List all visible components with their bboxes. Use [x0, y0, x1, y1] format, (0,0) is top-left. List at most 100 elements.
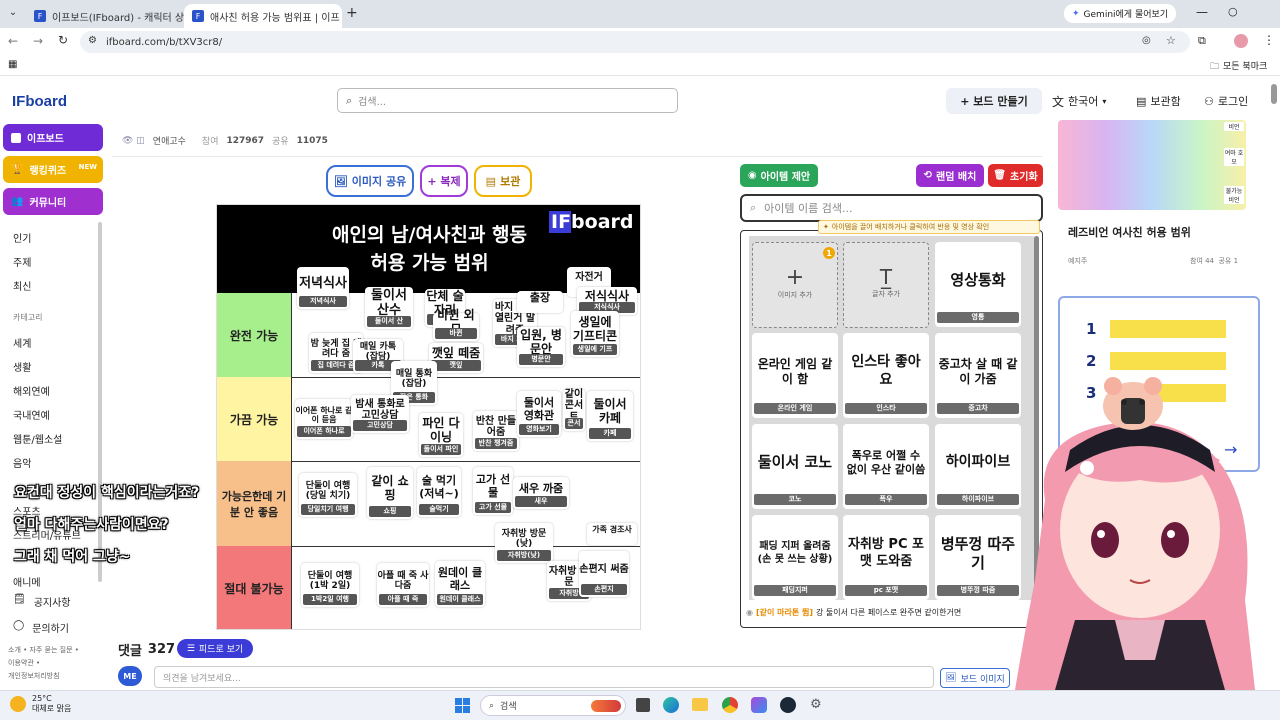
task-view-icon[interactable]: [636, 698, 650, 712]
footer-line[interactable]: 이용약관 •: [8, 657, 79, 670]
category-anime[interactable]: 애니메: [13, 574, 41, 589]
item-card[interactable]: 패딩 지퍼 올려줌 (손 못 쓰는 상황) 패딩지퍼: [752, 515, 838, 600]
footer-line[interactable]: 소개 • 자주 묻는 질문 •: [8, 644, 79, 657]
tier-item-card[interactable]: 출장: [517, 291, 563, 313]
related-board-title[interactable]: 레즈비언 여사친 허용 범위: [1068, 224, 1191, 240]
tier-item-card[interactable]: 이어폰 하나로 같이 듣음 이어폰 하나로: [295, 399, 353, 439]
feed-view-button[interactable]: ☰ 피드로 보기: [177, 639, 253, 658]
suggest-item-button[interactable]: ◉ 아이템 제안: [740, 164, 818, 187]
apps-grid-icon[interactable]: ▦: [8, 59, 17, 70]
sidebar-item-topic[interactable]: 주제: [13, 254, 31, 269]
site-search-input[interactable]: ⌕ 검색...: [337, 88, 678, 113]
all-bookmarks-folder[interactable]: 🗀 모든 북마크: [1210, 59, 1267, 75]
language-selector[interactable]: 文 한국어 ▾: [1052, 88, 1106, 114]
eye-off-icon[interactable]: ◎: [1142, 35, 1151, 46]
tier-item-card[interactable]: 원데이 클래스 원데이 클래스: [435, 561, 485, 607]
tier-item-card[interactable]: 깻잎 떼줌 깻잎: [429, 343, 483, 373]
tier-item-card[interactable]: 반찬 만들어줌 반찬 챙겨줌: [473, 411, 519, 451]
inquiry-link[interactable]: ◯ 문의하기: [13, 620, 69, 635]
comment-input[interactable]: 의견을 남겨보세요...: [154, 666, 934, 688]
extensions-icon[interactable]: ⧉: [1198, 34, 1206, 48]
vault-button[interactable]: ▤ 보관함: [1136, 88, 1181, 114]
taskbar-search[interactable]: ⌕ 검색: [480, 695, 626, 716]
item-card[interactable]: 영상통화 영통: [935, 242, 1021, 327]
tier-item-card[interactable]: 새우 까줌 새우: [513, 477, 569, 509]
make-board-button[interactable]: + 보드 만들기: [946, 88, 1042, 114]
add-image-tile[interactable]: + 이미지 추가 1: [752, 242, 838, 328]
steam-icon[interactable]: [780, 697, 796, 713]
tier-item-card[interactable]: 자취방 방문 (낮) 자취방(낮): [495, 523, 553, 563]
category-world[interactable]: 세계: [13, 335, 31, 350]
add-text-tile[interactable]: T̲ 글자 추가: [843, 242, 929, 328]
item-card[interactable]: 폭우로 어쩔 수 없이 우산 같이씀 폭우: [843, 424, 929, 509]
tier-item-card[interactable]: 파인 다이닝 둘이서 파인: [419, 413, 463, 457]
tier-item-card[interactable]: 저녁식사 저녁식사: [297, 267, 349, 309]
tier-item-card[interactable]: 단둘이 여행 (1박 2일) 1박2일 여행: [301, 563, 359, 607]
tier-item-card[interactable]: 밤새 통화로 고민상담 고민상담: [351, 395, 409, 433]
back-icon[interactable]: ←: [8, 34, 18, 48]
tier-item-card[interactable]: 가족 경조사: [587, 523, 637, 545]
tier-item-card[interactable]: 바뀐 외모바뀐: [433, 308, 479, 341]
maximize-button[interactable]: ○: [1228, 5, 1238, 18]
item-card[interactable]: 둘이서 코노 코노: [752, 424, 838, 509]
sidebar-community-button[interactable]: 👥 커뮤니티: [3, 188, 103, 215]
category-overseas-ent[interactable]: 해외연예: [13, 383, 50, 398]
tab-list-chevron-icon[interactable]: ⌄: [6, 7, 20, 21]
tier-item-card[interactable]: 둘이서 영화관 영화보기: [517, 391, 561, 437]
category-life[interactable]: 생활: [13, 359, 31, 374]
settings-icon[interactable]: ⚙: [810, 697, 822, 712]
menu-dots-icon[interactable]: ⋮: [1263, 33, 1275, 47]
url-field[interactable]: ⚙ ifboard.com/b/tXV3cr8/ ◎ ☆: [80, 31, 1190, 53]
app-icon[interactable]: [751, 697, 767, 713]
item-card[interactable]: 자취방 PC 포맷 도와줌 pc 포맷: [843, 515, 929, 600]
tier-item-card[interactable]: 둘이서 산수 둘이서 산: [365, 287, 413, 329]
tier-item-card[interactable]: 입원, 병문안 병문안: [517, 327, 565, 367]
item-card[interactable]: 온라인 게임 같이 함 온라인 게임: [752, 333, 838, 418]
browser-tab-2[interactable]: F 애사친 허용 가능 범위표 | 이프 ✕: [184, 4, 342, 28]
notice-link[interactable]: 🗒 공지사항: [13, 594, 71, 609]
reset-button[interactable]: 🗑 초기화: [988, 164, 1043, 187]
save-button[interactable]: ▤ 보관: [474, 165, 532, 197]
sidebar-ifboard-button[interactable]: 이프보드: [3, 124, 103, 151]
tier-item-card[interactable]: 같이 콘서트콘서: [563, 389, 585, 431]
sidebar-ranking-quiz-button[interactable]: 🏆 랭킹퀴즈 NEW: [3, 156, 103, 183]
forward-icon[interactable]: →: [33, 34, 43, 48]
tier-item-card[interactable]: 같이 쇼핑 쇼핑: [367, 467, 413, 519]
share-image-button[interactable]: 🖼 이미지 공유: [326, 165, 414, 197]
author-name[interactable]: 연애고수: [153, 134, 186, 147]
minimize-button[interactable]: —: [1196, 5, 1208, 19]
profile-avatar-icon[interactable]: [1234, 34, 1248, 48]
tier-item-card[interactable]: 생일에 기프티콘 생일에 기프: [571, 311, 619, 357]
tier-item-card[interactable]: 둘이서 카페 카페: [587, 391, 633, 441]
duplicate-button[interactable]: + 복제: [420, 165, 468, 197]
edge-icon[interactable]: [663, 697, 679, 713]
site-info-icon[interactable]: ⚙: [88, 35, 97, 46]
weather-widget[interactable]: 25°C 대체로 맑음: [10, 694, 71, 714]
chrome-icon[interactable]: [722, 697, 738, 713]
tier-item-card[interactable]: 단둘이 여행 (당일 치기) 당일치기 여행: [299, 473, 357, 517]
browser-tab-1[interactable]: F 이프보드(IFboard) - 캐릭터 상 ✕: [26, 4, 184, 28]
gemini-button[interactable]: ✦ Gemini에게 물어보기: [1064, 4, 1176, 23]
item-card[interactable]: 인스타 좋아요 인스타: [843, 333, 929, 418]
file-explorer-icon[interactable]: [692, 698, 708, 711]
new-tab-button[interactable]: +: [346, 5, 362, 21]
category-music[interactable]: 음악: [13, 455, 31, 470]
category-webtoon[interactable]: 웹툰/웹소설: [13, 431, 62, 446]
random-place-button[interactable]: ⟲ 랜덤 배치: [916, 164, 984, 187]
tier-item-card[interactable]: 술 먹기 (저녁~) 술먹기: [417, 467, 461, 517]
page-scrollbar[interactable]: [1271, 84, 1277, 104]
tier-item-card[interactable]: 손편지 써줌 손편지: [579, 551, 629, 597]
item-search-input[interactable]: ⌕ 아이템 이름 검색...: [740, 194, 1043, 222]
footer-line[interactable]: 개인정보처리방침: [8, 670, 79, 683]
bookmark-star-icon[interactable]: ☆: [1166, 34, 1176, 47]
start-icon[interactable]: [455, 698, 470, 713]
sidebar-item-latest[interactable]: 최신: [13, 278, 31, 293]
category-domestic-ent[interactable]: 국내연예: [13, 407, 50, 422]
related-board-thumbnail[interactable]: [1058, 120, 1246, 210]
tier-item-card[interactable]: 고가 선물 고가 선물: [473, 467, 513, 515]
reload-icon[interactable]: ↻: [58, 33, 68, 47]
sidebar-item-popular[interactable]: 인기: [13, 230, 31, 245]
site-logo[interactable]: IFboard: [12, 93, 67, 110]
login-button[interactable]: ⚇ 로그인: [1204, 88, 1248, 114]
tier-item-card[interactable]: 아플 때 죽 사다줌 아플 때 죽: [377, 563, 429, 607]
